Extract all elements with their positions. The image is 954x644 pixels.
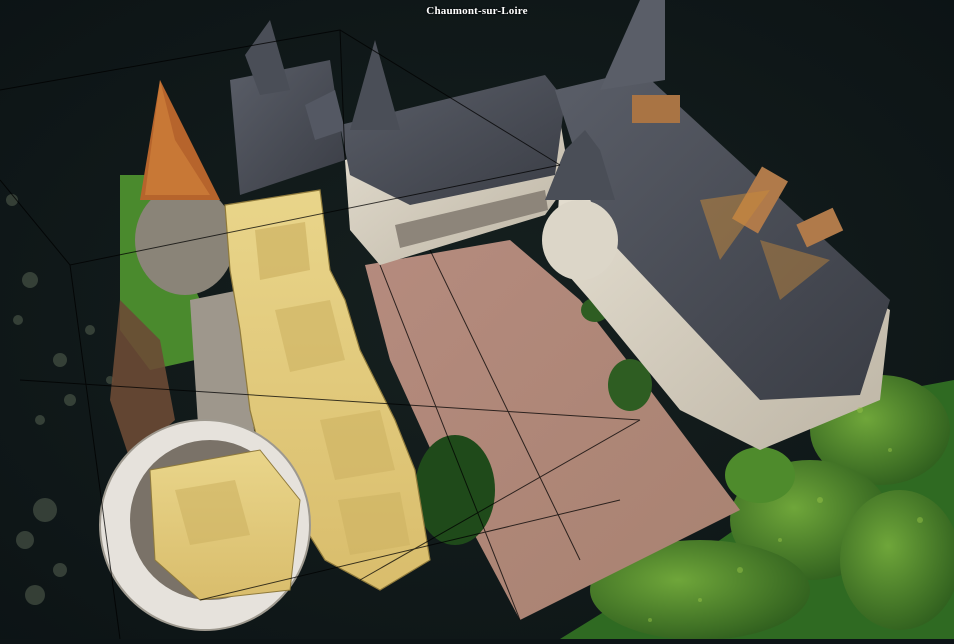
courtyard-tree: [415, 435, 495, 545]
point-cloud-viewport[interactable]: Chaumont-sur-Loire: [0, 0, 954, 640]
point-cloud-render: [0, 0, 954, 640]
viewer-title: Chaumont-sur-Loire: [426, 5, 528, 17]
